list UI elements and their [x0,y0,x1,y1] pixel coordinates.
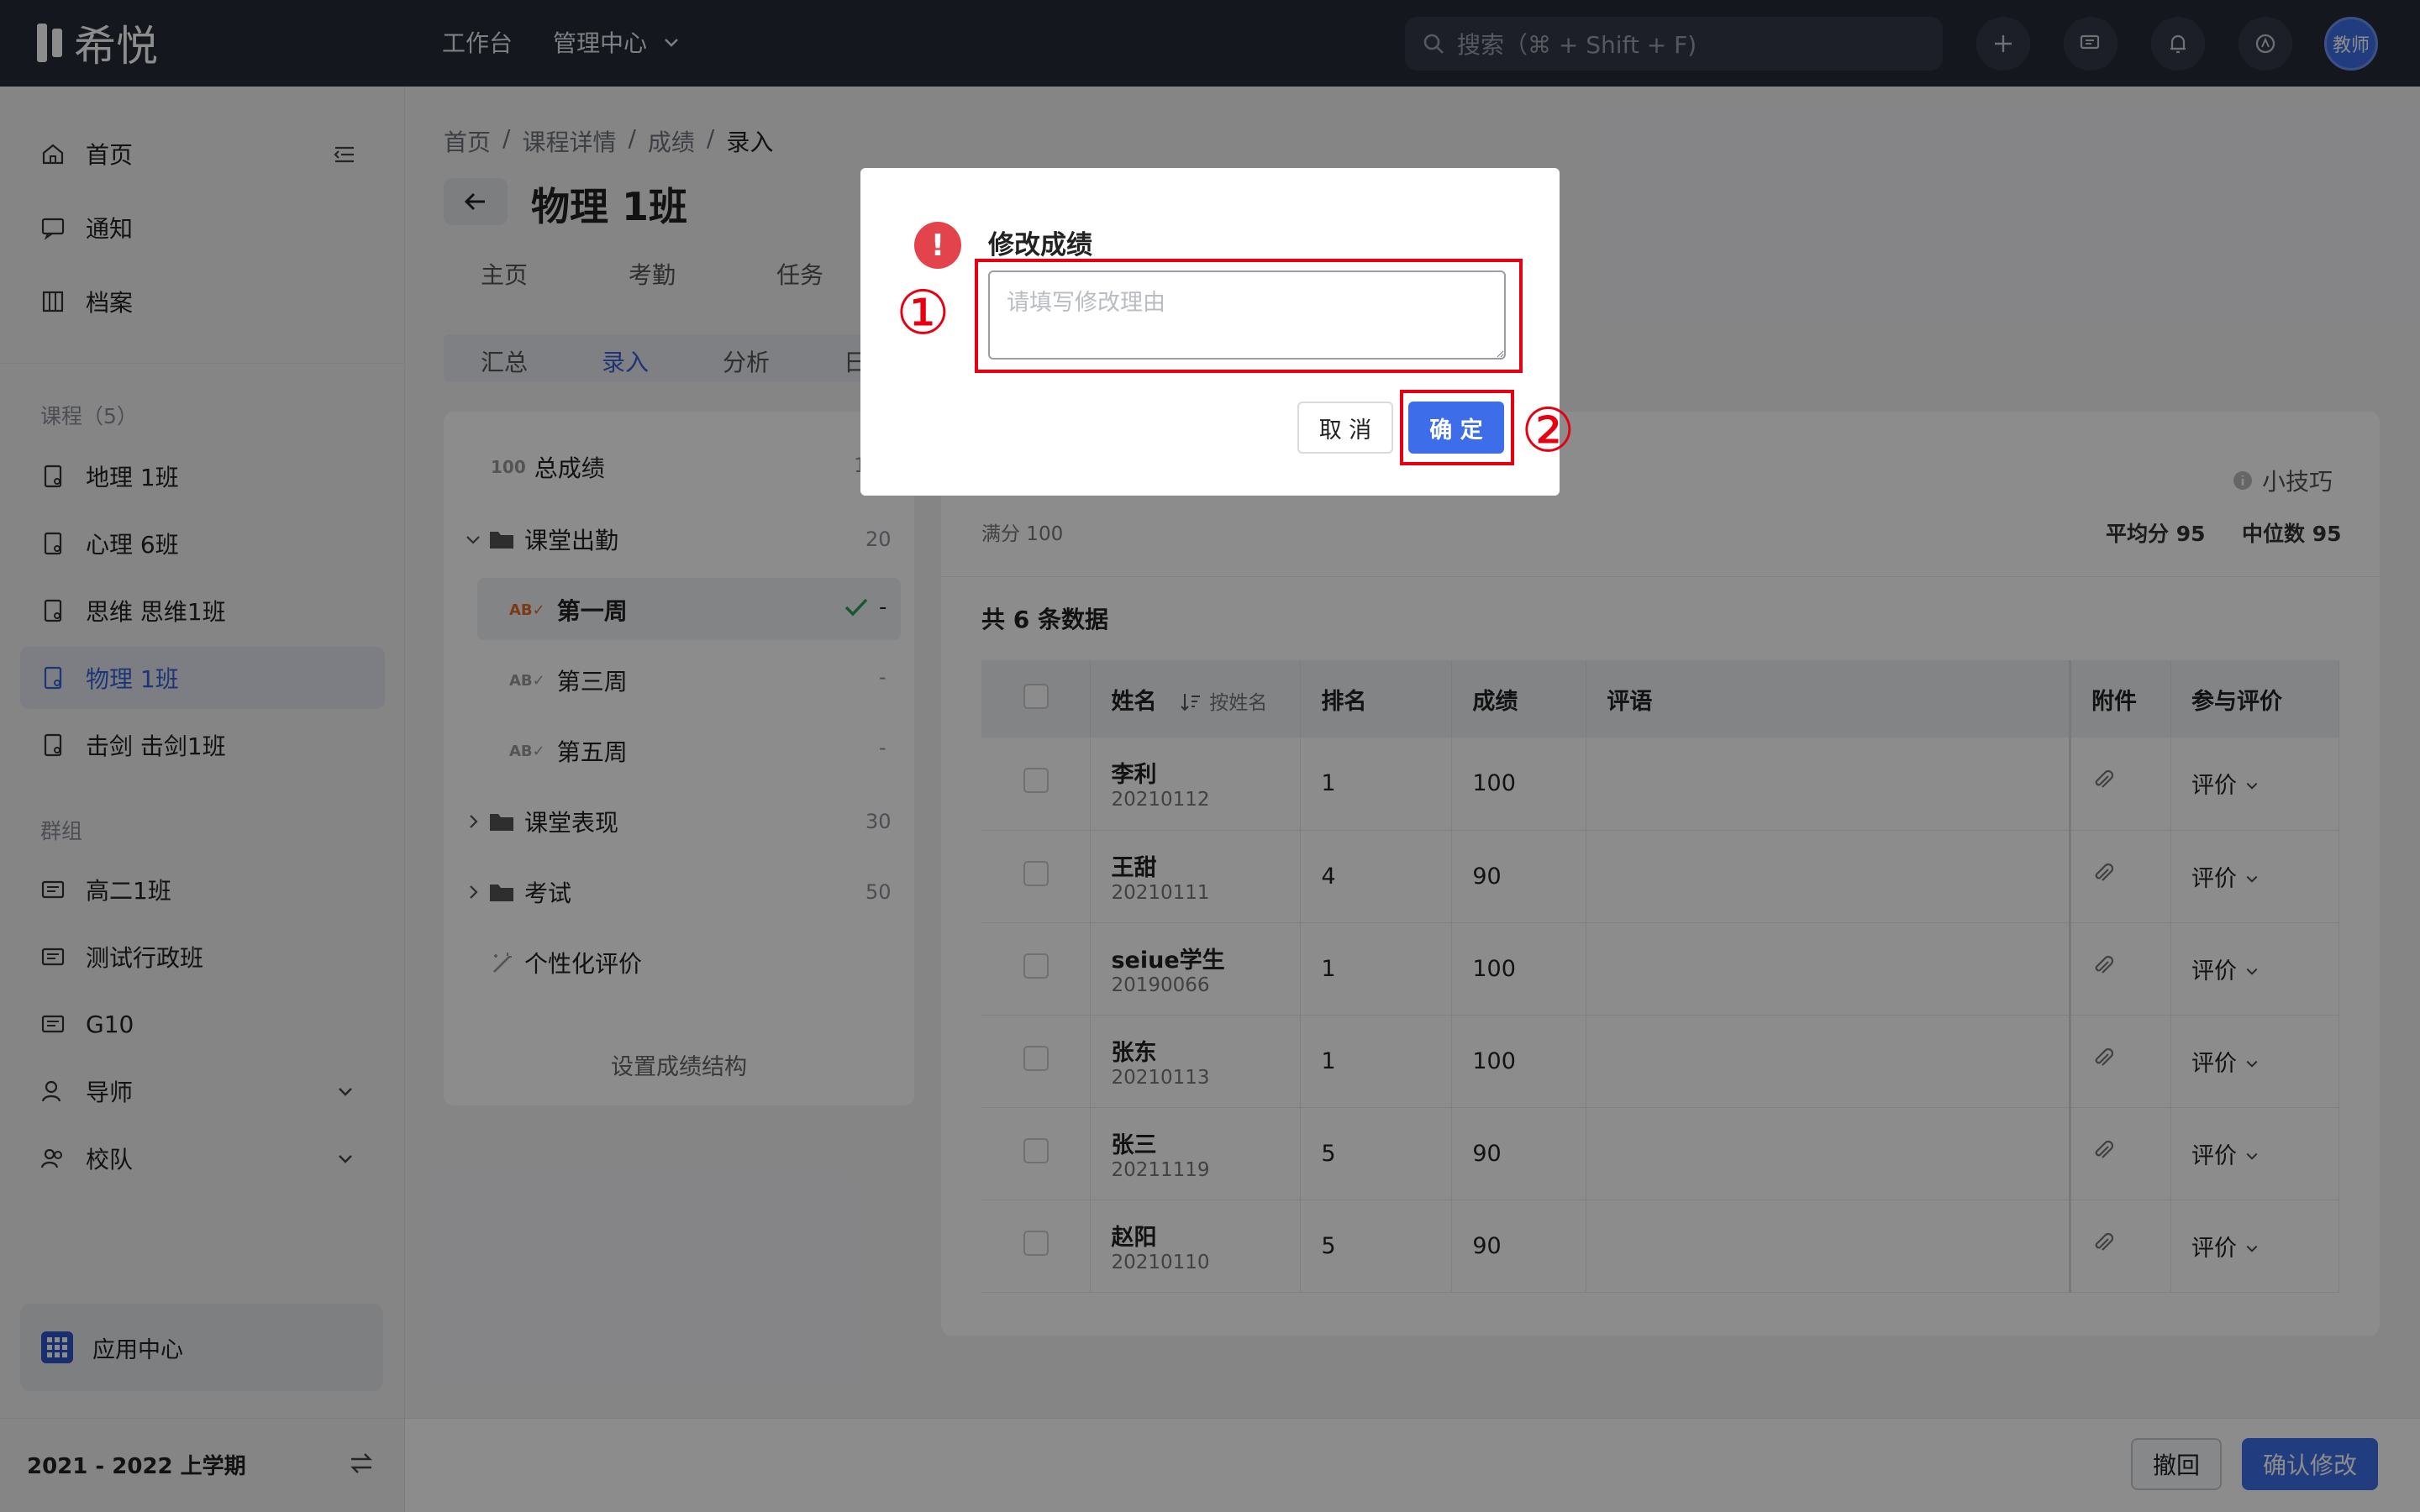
modal-title: 修改成绩 [988,230,1092,260]
warning-icon: ! [914,222,961,269]
step-marker-1: ① [896,277,950,348]
step-marker-2: ② [1521,395,1576,465]
cancel-button[interactable]: 取 消 [1297,402,1393,454]
highlight-box-reason [975,259,1523,373]
highlight-box-ok [1400,390,1514,465]
